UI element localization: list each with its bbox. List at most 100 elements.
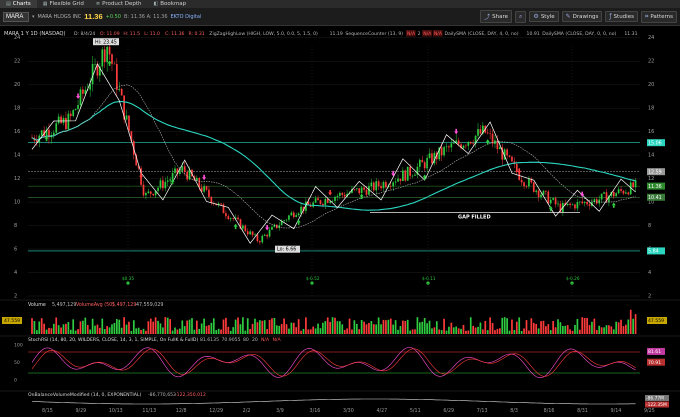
candle-body[interactable] [295,215,298,217]
candle-body[interactable] [397,178,399,182]
candle-body[interactable] [290,212,293,216]
candle-body[interactable] [232,218,235,219]
candle-body[interactable] [52,132,55,135]
candle-body[interactable] [443,147,445,156]
candle-body[interactable] [576,202,579,209]
candle-body[interactable] [60,116,62,124]
candle-body[interactable] [380,186,382,189]
candle-body[interactable] [552,198,555,200]
candle-body[interactable] [331,200,334,202]
zoom-button[interactable]: ⌕ [515,10,527,23]
candle-body[interactable] [578,201,581,203]
chart-area[interactable]: MARA 1 Y 1D (NASDAQ) D: 8/4/24 O: 11.09 H: … [0,26,680,417]
candle-body[interactable] [498,147,501,150]
candle-body[interactable] [566,203,569,206]
candle-body[interactable] [69,113,72,116]
candle-body[interactable] [525,186,528,187]
candle-body[interactable] [612,191,615,197]
candle-body[interactable] [254,234,256,236]
candle-body[interactable] [394,181,397,183]
candle-body[interactable] [545,190,547,192]
tab-bookmap[interactable]: ◧ Bookmap [148,0,193,8]
candle-body[interactable] [625,192,627,194]
candle-body[interactable] [149,191,152,194]
candle-body[interactable] [554,198,557,205]
candle-body[interactable] [583,201,586,204]
candle-body[interactable] [259,241,261,243]
candle-body[interactable] [103,49,106,63]
candle-body[interactable] [406,166,409,181]
candle-body[interactable] [128,115,130,132]
candle-body[interactable] [600,193,603,200]
candle-body[interactable] [285,219,288,221]
candle-body[interactable] [329,201,332,203]
candle-body[interactable] [617,189,620,194]
candle-body[interactable] [547,191,550,204]
candle-body[interactable] [353,189,356,190]
candle-body[interactable] [520,179,523,183]
candle-body[interactable] [62,117,65,124]
candle-body[interactable] [118,88,121,90]
candle-body[interactable] [421,159,424,163]
candle-body[interactable] [183,166,186,172]
candle-body[interactable] [195,177,198,181]
candle-body[interactable] [111,54,113,64]
candle-body[interactable] [326,199,329,203]
candle-body[interactable] [622,190,625,194]
candle-body[interactable] [77,105,79,110]
candle-body[interactable] [370,182,373,187]
candle-body[interactable] [343,194,346,197]
candle-body[interactable] [508,155,511,157]
candle-body[interactable] [595,199,598,204]
candle-body[interactable] [210,196,213,203]
candle-body[interactable] [205,186,208,190]
candle-body[interactable] [620,189,622,191]
candle-body[interactable] [169,179,172,181]
candle-body[interactable] [479,129,482,134]
candle-body[interactable] [540,194,542,197]
candle-body[interactable] [515,163,518,173]
candle-body[interactable] [404,170,407,181]
candle-body[interactable] [382,182,385,189]
candle-body[interactable] [358,188,361,194]
dropdown-arrow-icon[interactable]: ▾ [32,14,35,20]
candle-body[interactable] [74,109,77,111]
candle-body[interactable] [402,170,404,182]
candle-body[interactable] [385,182,387,188]
candle-body[interactable] [528,178,530,187]
candle-body[interactable] [145,193,147,196]
candle-body[interactable] [166,180,169,182]
candle-body[interactable] [113,63,116,65]
candle-body[interactable] [317,198,319,201]
candle-body[interactable] [159,180,162,188]
candle-body[interactable] [465,145,467,147]
candle-body[interactable] [246,231,249,235]
candle-body[interactable] [365,189,368,195]
candle-body[interactable] [506,149,508,156]
candle-body[interactable] [251,231,254,236]
candle-body[interactable] [79,89,82,106]
candle-body[interactable] [399,178,402,182]
candle-body[interactable] [82,89,84,94]
candle-body[interactable] [297,213,300,216]
candle-body[interactable] [511,156,513,162]
candle-body[interactable] [477,129,479,136]
candle-body[interactable] [360,187,363,194]
candle-body[interactable] [598,199,601,204]
candle-body[interactable] [542,190,545,195]
drawings-button[interactable]: ✎ Drawings [561,11,603,22]
candle-body[interactable] [535,190,538,192]
candle-body[interactable] [57,116,60,124]
candle-body[interactable] [426,157,428,169]
candle-body[interactable] [152,193,155,196]
candle-body[interactable] [225,213,227,217]
candle-body[interactable] [445,146,448,148]
candle-body[interactable] [266,234,268,237]
candle-body[interactable] [179,170,181,174]
candle-body[interactable] [244,225,247,232]
candle-body[interactable] [157,187,159,192]
candle-body[interactable] [55,123,58,133]
candle-body[interactable] [94,63,96,65]
candle-body[interactable] [171,172,174,180]
candle-body[interactable] [324,199,327,206]
